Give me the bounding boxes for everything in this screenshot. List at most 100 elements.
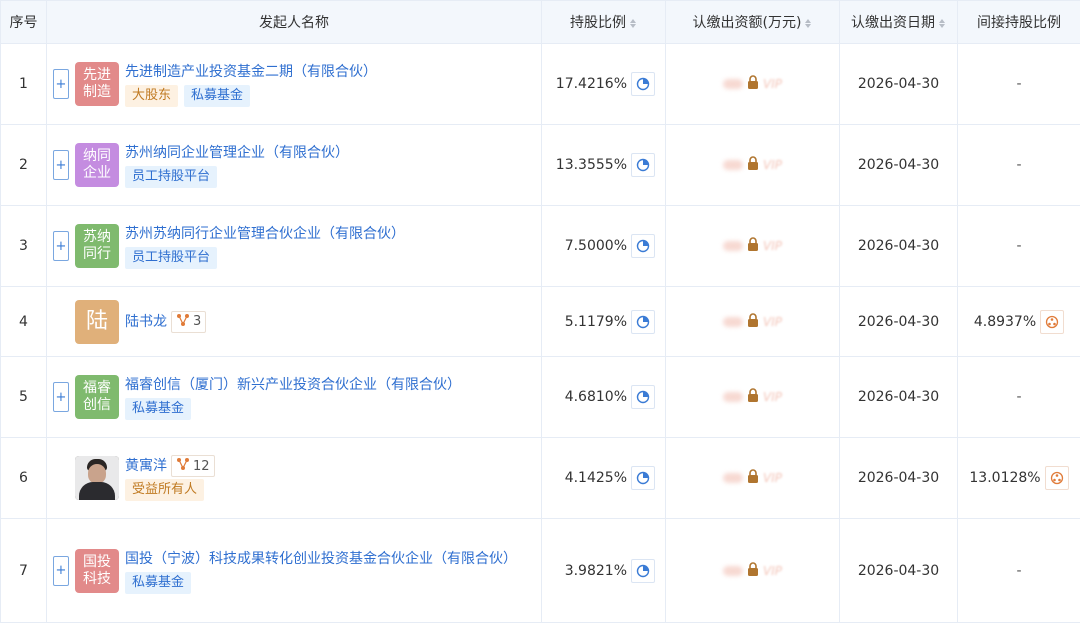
amount-cell[interactable]: VIP (665, 437, 840, 519)
shareholder-name-link[interactable]: 国投（宁波）科技成果转化创业投资基金合伙企业（有限合伙） (125, 548, 517, 570)
tag[interactable]: 员工持股平台 (125, 247, 218, 269)
share-ratio: 17.4216% (555, 76, 627, 92)
pie-chart-icon[interactable] (631, 153, 655, 177)
relation-badge[interactable]: 12 (171, 455, 215, 477)
table-row: 5 + 福睿 创信 福睿创信（厦门）新兴产业投资合伙企业（有限合伙） 私募基金 4.6810… (0, 356, 1080, 438)
share-ratio-cell: 7.5000% (541, 205, 666, 287)
lock-icon[interactable] (747, 75, 759, 93)
share-ratio: 3.9821% (564, 562, 627, 579)
tag[interactable]: 受益所有人 (125, 479, 205, 501)
header-share-ratio[interactable]: 持股比例 (541, 0, 666, 44)
pie-chart-icon[interactable] (631, 72, 655, 96)
sort-icon[interactable] (805, 18, 812, 29)
amount-cell[interactable]: VIP (665, 205, 840, 287)
tag[interactable]: 私募基金 (125, 398, 192, 420)
indirect-ratio: - (1016, 238, 1022, 254)
plus-icon[interactable]: + (53, 150, 69, 180)
share-ratio-cell: 4.1425% (541, 437, 666, 519)
indirect-path-icon[interactable] (1044, 466, 1069, 490)
lock-icon[interactable] (747, 561, 759, 580)
plus-icon[interactable]: + (53, 555, 69, 586)
amount-cell[interactable]: VIP (665, 518, 840, 623)
company-logo[interactable]: 先进 制造 (75, 62, 119, 106)
date-cell: 2026-04-30 (839, 124, 958, 206)
header-amount-label: 认缴出资额(万元) (692, 15, 802, 31)
indirect-cell: - (957, 518, 1080, 623)
shareholder-name-link[interactable]: 苏州苏纳同行企业管理合伙企业（有限合伙） (125, 223, 405, 245)
amount-cell[interactable]: VIP (665, 286, 840, 357)
plus-icon[interactable]: + (53, 69, 69, 99)
shareholder-name-link[interactable]: 福睿创信（厦门）新兴产业投资合伙企业（有限合伙） (125, 374, 461, 396)
share-ratio-cell: 13.3555% (541, 124, 666, 206)
lock-icon[interactable] (747, 237, 759, 255)
header-date[interactable]: 认缴出资日期 (839, 0, 958, 44)
relation-badge[interactable]: 3 (171, 310, 207, 333)
company-logo[interactable]: 国投 科技 (75, 548, 119, 593)
indirect-cell: - (957, 124, 1080, 206)
relation-graph-icon (176, 457, 193, 475)
tag[interactable]: 员工持股平台 (125, 166, 218, 188)
row-index: 3 (0, 205, 47, 287)
date-cell: 2026-04-30 (839, 437, 958, 519)
indirect-path-icon[interactable] (1040, 309, 1065, 334)
tag[interactable]: 私募基金 (125, 571, 192, 594)
shareholder-cell: + 纳同 企业 苏州纳同企业管理企业（有限合伙） 员工持股平台 (46, 124, 542, 206)
sort-icon[interactable] (939, 18, 946, 29)
pie-chart-icon[interactable] (631, 234, 655, 258)
row-index: 1 (0, 43, 47, 125)
indirect-cell: - (957, 356, 1080, 438)
pie-chart-icon[interactable] (631, 558, 655, 583)
share-ratio-cell: 3.9821% (541, 518, 666, 623)
shareholder-cell: + 苏纳 同行 苏州苏纳同行企业管理合伙企业（有限合伙） 员工持股平台 (46, 205, 542, 287)
tag-list: 私募基金 (125, 398, 461, 420)
row-index: 4 (0, 286, 47, 357)
shareholder-cell: + 国投 科技 国投（宁波）科技成果转化创业投资基金合伙企业（有限合伙） 私募基金 (46, 518, 542, 623)
company-logo[interactable]: 纳同 企业 (75, 143, 119, 187)
indirect-cell: - (957, 43, 1080, 125)
tag-list: 私募基金 (125, 571, 517, 594)
amount-cell[interactable]: VIP (665, 124, 840, 206)
share-ratio: 4.6810% (564, 389, 627, 405)
indirect-cell: - (957, 205, 1080, 287)
pie-chart-icon[interactable] (631, 385, 655, 409)
plus-icon[interactable]: + (53, 231, 69, 261)
header-date-label: 认缴出资日期 (851, 15, 935, 31)
indirect-ratio: - (1016, 562, 1022, 579)
tag-list: 大股东 私募基金 (125, 85, 377, 107)
amount-cell[interactable]: VIP (665, 356, 840, 438)
company-logo[interactable]: 苏纳 同行 (75, 224, 119, 268)
indirect-ratio: - (1016, 76, 1022, 92)
tag[interactable]: 大股东 (125, 85, 179, 107)
header-share-ratio-label: 持股比例 (570, 15, 626, 31)
shareholder-name-link[interactable]: 先进制造产业投资基金二期（有限合伙） (125, 61, 377, 83)
pie-chart-icon[interactable] (631, 309, 655, 334)
lock-icon[interactable] (747, 388, 759, 406)
lock-icon[interactable] (747, 156, 759, 174)
tag-list: 员工持股平台 (125, 166, 349, 188)
tag-list: 员工持股平台 (125, 247, 405, 269)
indirect-cell: 4.8937% (957, 286, 1080, 357)
plus-icon[interactable]: + (53, 382, 69, 412)
header-name: 发起人名称 (46, 0, 542, 44)
tag[interactable]: 私募基金 (184, 85, 251, 107)
header-amount[interactable]: 认缴出资额(万元) (665, 0, 840, 44)
amount-cell[interactable]: VIP (665, 43, 840, 125)
company-logo[interactable]: 福睿 创信 (75, 375, 119, 419)
indirect-ratio: - (1016, 389, 1022, 405)
date-cell: 2026-04-30 (839, 205, 958, 287)
shareholder-name-link[interactable]: 苏州纳同企业管理企业（有限合伙） (125, 142, 349, 164)
shareholder-name-link[interactable]: 陆书龙 (125, 311, 167, 333)
lock-icon[interactable] (747, 312, 759, 331)
sort-icon[interactable] (630, 18, 637, 29)
company-logo[interactable]: 陆 (75, 299, 119, 344)
avatar[interactable] (75, 456, 119, 500)
shareholder-cell: +陆陆书龙3 (46, 286, 542, 357)
relation-graph-icon (176, 313, 193, 331)
table-row: 2 + 纳同 企业 苏州纳同企业管理企业（有限合伙） 员工持股平台 13.3555% VIP 2… (0, 124, 1080, 206)
pie-chart-icon[interactable] (631, 466, 655, 490)
lock-icon[interactable] (747, 469, 759, 487)
share-ratio: 7.5000% (564, 238, 627, 254)
shareholder-name-link[interactable]: 黄寓洋 (125, 455, 167, 477)
date-cell: 2026-04-30 (839, 286, 958, 357)
vip-mask: VIP (763, 563, 782, 578)
